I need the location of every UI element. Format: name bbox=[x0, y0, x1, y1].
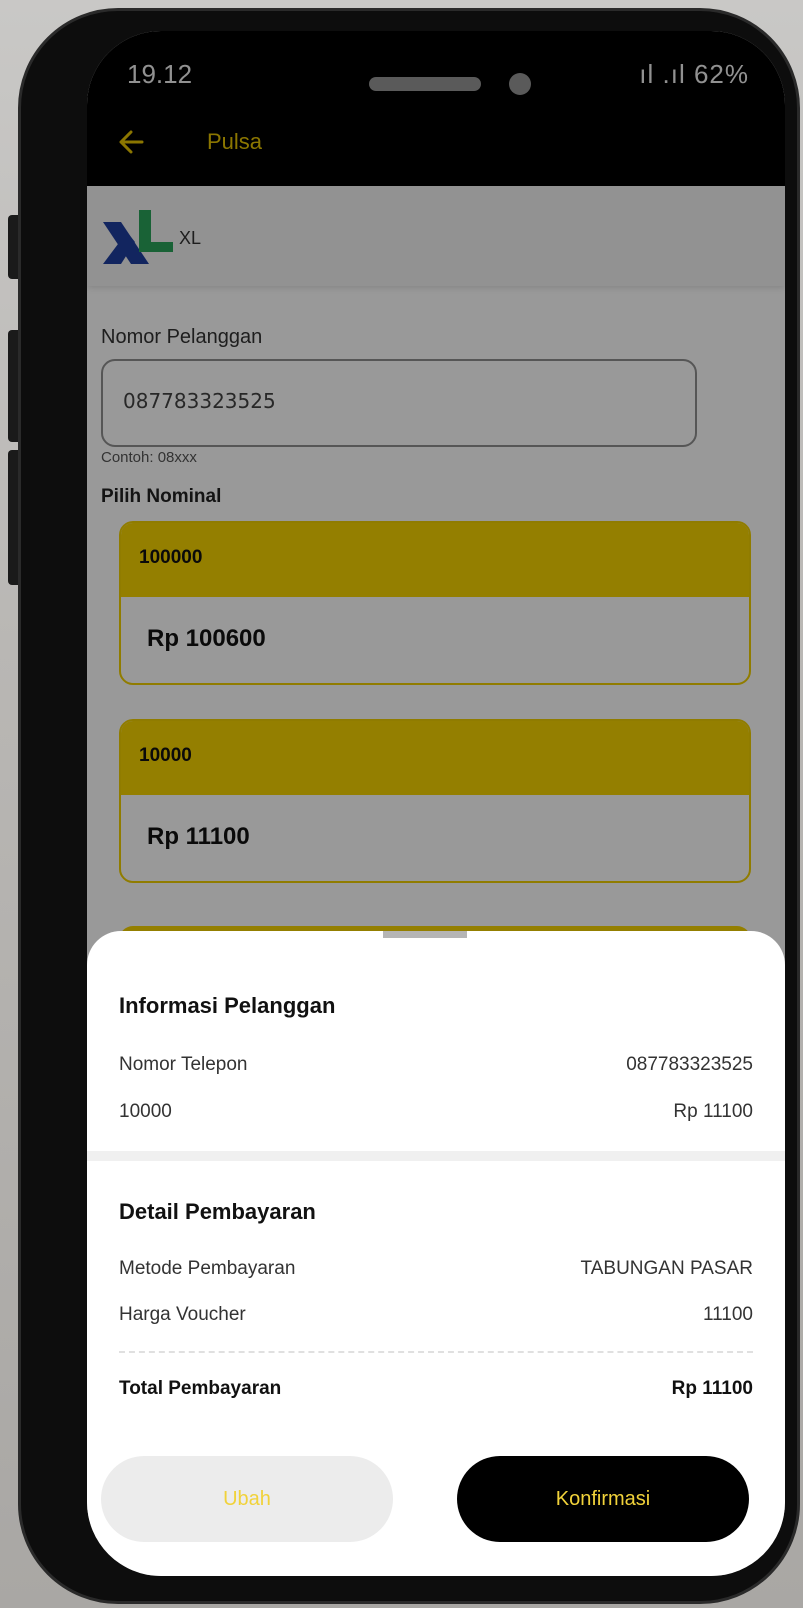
dashed-divider bbox=[119, 1351, 753, 1353]
payment-method-value: TABUNGAN PASAR bbox=[580, 1258, 753, 1279]
customer-info-title: Informasi Pelanggan bbox=[119, 993, 336, 1018]
phone-number-label: Nomor Telepon bbox=[119, 1054, 248, 1075]
product-price: Rp 11100 bbox=[673, 1101, 753, 1122]
product-label: 10000 bbox=[119, 1101, 172, 1122]
section-divider bbox=[87, 1151, 785, 1161]
edit-button[interactable]: Ubah bbox=[101, 1456, 393, 1542]
payment-detail-title: Detail Pembayaran bbox=[119, 1199, 316, 1224]
voucher-price-value: 11100 bbox=[702, 1304, 753, 1325]
phone-number-value: 087783323525 bbox=[626, 1054, 753, 1075]
total-payment-value: Rp 11100 bbox=[671, 1378, 753, 1399]
confirm-button[interactable]: Konfirmasi bbox=[457, 1456, 749, 1542]
phone-frame: 19.12 ıl .ıl 62% Pulsa XL Nomor Pelangga… bbox=[18, 8, 800, 1604]
payment-method-label: Metode Pembayaran bbox=[119, 1258, 296, 1279]
confirmation-sheet: Informasi Pelanggan Nomor Telepon 087783… bbox=[87, 931, 785, 1576]
voucher-price-label: Harga Voucher bbox=[119, 1304, 246, 1325]
phone-screen: 19.12 ıl .ıl 62% Pulsa XL Nomor Pelangga… bbox=[87, 31, 785, 1576]
speaker-grille bbox=[369, 77, 481, 91]
front-camera bbox=[509, 73, 531, 95]
sheet-handle[interactable] bbox=[383, 931, 467, 938]
camera-notch bbox=[237, 31, 627, 123]
total-payment-label: Total Pembayaran bbox=[119, 1378, 282, 1399]
